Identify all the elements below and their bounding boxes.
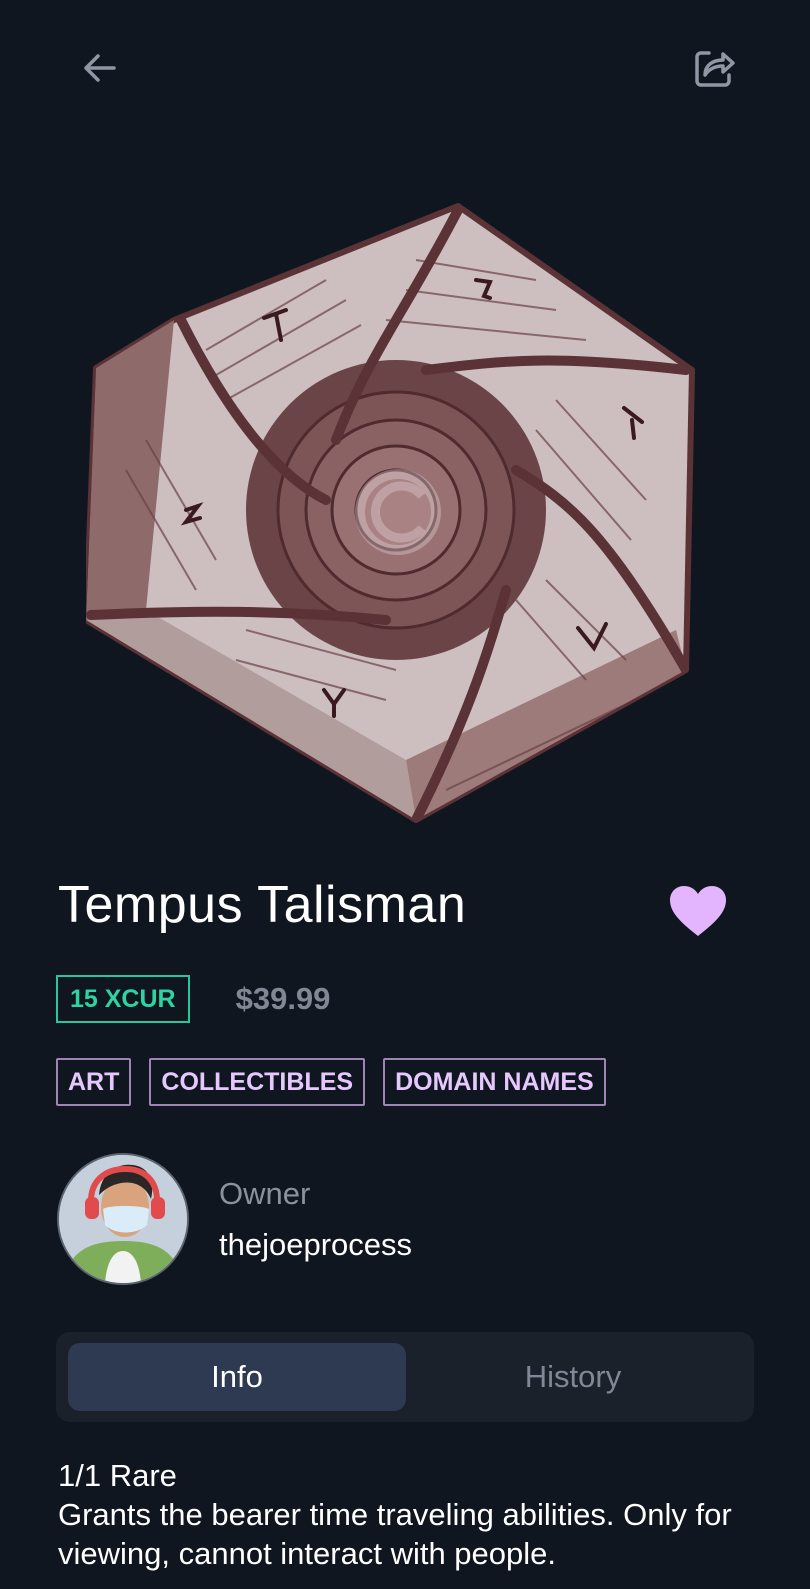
owner-username[interactable]: thejoeprocess bbox=[219, 1227, 412, 1263]
heart-icon bbox=[670, 886, 726, 936]
tab-history[interactable]: History bbox=[404, 1343, 742, 1411]
favorite-button[interactable] bbox=[668, 884, 728, 940]
nft-artwork bbox=[86, 203, 695, 823]
share-icon bbox=[695, 51, 735, 87]
tag-art[interactable]: ART bbox=[56, 1058, 132, 1106]
tag-domain-names[interactable]: DOMAIN NAMES bbox=[383, 1058, 606, 1106]
rarity-text: 1/1 Rare bbox=[58, 1458, 177, 1493]
owner-label: Owner bbox=[219, 1176, 311, 1211]
nft-detail-page: Tempus Talisman 15 XCUR $39.99 ART COLLE… bbox=[0, 0, 810, 1589]
share-button[interactable] bbox=[682, 36, 746, 100]
item-details: 1/1 Rare Grants the bearer time travelin… bbox=[58, 1456, 778, 1573]
tab-info[interactable]: Info bbox=[68, 1343, 406, 1411]
tag-collectibles[interactable]: COLLECTIBLES bbox=[149, 1058, 366, 1106]
owner-avatar[interactable] bbox=[57, 1153, 189, 1285]
arrow-left-icon bbox=[84, 54, 116, 82]
description-text: Grants the bearer time traveling abiliti… bbox=[58, 1497, 732, 1571]
item-title: Tempus Talisman bbox=[58, 876, 467, 934]
back-button[interactable] bbox=[68, 36, 132, 100]
crypto-price-badge: 15 XCUR bbox=[56, 975, 190, 1023]
avatar-illustration bbox=[59, 1155, 187, 1283]
tag-list: ART COLLECTIBLES DOMAIN NAMES bbox=[56, 1058, 606, 1106]
detail-tabs: Info History bbox=[56, 1332, 754, 1422]
price-row: 15 XCUR $39.99 bbox=[56, 975, 330, 1023]
fiat-price: $39.99 bbox=[235, 981, 331, 1016]
